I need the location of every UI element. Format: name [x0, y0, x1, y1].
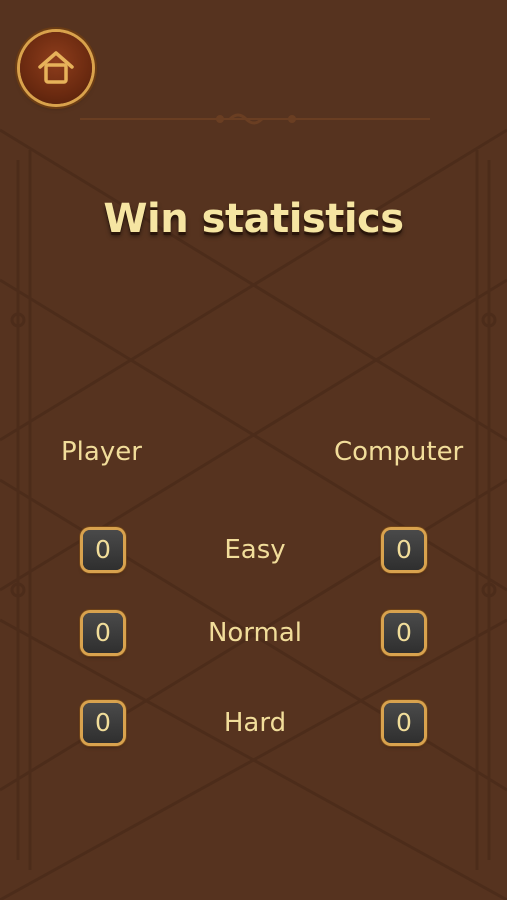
home-button[interactable] [20, 32, 92, 104]
player-score-hard: 0 [83, 703, 123, 743]
player-score-normal: 0 [83, 613, 123, 653]
stat-row-easy: 0 Easy 0 [0, 530, 507, 576]
difficulty-label-hard: Hard [223, 708, 287, 738]
player-column-header: Player [61, 437, 142, 467]
player-score-easy: 0 [83, 530, 123, 570]
difficulty-label-normal: Normal [207, 618, 303, 648]
home-icon [34, 46, 78, 90]
title-divider [80, 113, 430, 125]
computer-column-header: Computer [334, 437, 464, 467]
computer-score-hard: 0 [384, 703, 424, 743]
stat-row-hard: 0 Hard 0 [0, 703, 507, 749]
page-title: Win statistics [103, 196, 404, 242]
difficulty-label-easy: Easy [224, 535, 286, 565]
computer-score-easy: 0 [384, 530, 424, 570]
computer-score-normal: 0 [384, 613, 424, 653]
stat-row-normal: 0 Normal 0 [0, 613, 507, 659]
